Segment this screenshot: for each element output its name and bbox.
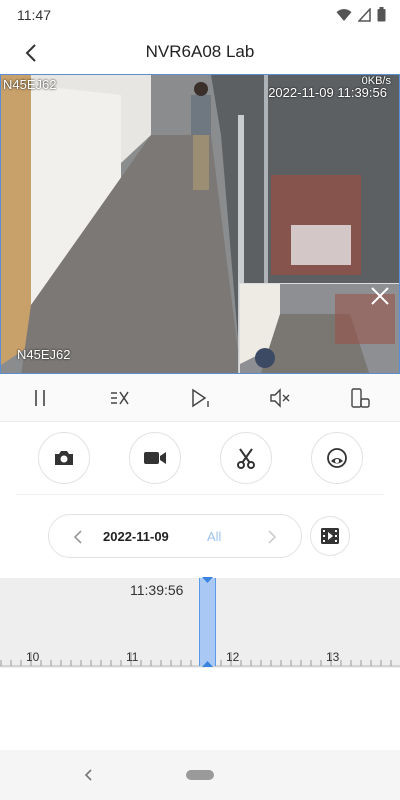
page-title: NVR6A08 Lab	[145, 42, 255, 61]
speed-button[interactable]	[80, 374, 160, 421]
nav-home-button[interactable]	[186, 770, 214, 780]
pause-icon	[35, 389, 45, 406]
film-icon	[321, 528, 339, 544]
snapshot-button[interactable]	[37, 432, 90, 484]
chevron-left-icon	[84, 769, 92, 781]
video-record-icon	[143, 452, 166, 464]
eye-icon	[326, 448, 347, 468]
cursor-time: 11:39:56	[130, 582, 184, 598]
hour-label: 13	[326, 650, 340, 664]
mute-button[interactable]	[240, 374, 320, 421]
chevron-right-icon	[268, 530, 277, 544]
header: NVR6A08 Lab	[0, 30, 400, 74]
timeline-cursor[interactable]	[199, 577, 216, 667]
date-picker: 2022-11-09 All	[48, 514, 302, 558]
scissors-icon	[236, 448, 255, 469]
signal-icon	[358, 7, 371, 22]
battery-icon	[377, 7, 386, 22]
mute-icon	[270, 387, 290, 408]
chevron-left-icon	[73, 530, 82, 544]
timeline[interactable]: 11:39:56 10 11 12 13	[0, 577, 400, 668]
camera-label-top: N45EJ62	[3, 77, 57, 92]
speed-icon	[111, 391, 129, 404]
event-filter[interactable]: All	[207, 529, 221, 544]
hour-label: 12	[226, 650, 240, 664]
system-nav-bar	[0, 750, 400, 800]
status-time: 11:47	[17, 7, 51, 23]
selected-date[interactable]: 2022-11-09	[103, 529, 169, 544]
view-button[interactable]	[310, 432, 363, 484]
record-button[interactable]	[128, 432, 181, 484]
hour-label: 10	[26, 650, 40, 664]
content-spacer	[0, 668, 400, 750]
clip-button[interactable]	[219, 432, 272, 484]
camera-icon	[54, 451, 73, 465]
video-player[interactable]: N45EJ62 0KB/s 2022-11-09 11:39:56 N45EJ6…	[0, 74, 400, 374]
cursor-top-marker	[202, 577, 213, 583]
pause-button[interactable]	[0, 374, 80, 421]
rotate-screen-button[interactable]	[320, 374, 400, 421]
wifi-icon	[336, 8, 352, 21]
next-day-button[interactable]	[263, 527, 279, 547]
rotate-screen-icon	[351, 387, 370, 408]
video-timestamp: 2022-11-09 11:39:56	[268, 85, 387, 100]
video-list-button[interactable]	[310, 516, 350, 556]
status-icons	[336, 7, 386, 22]
previous-day-button[interactable]	[71, 527, 87, 547]
playback-toolbar	[0, 374, 400, 422]
cursor-bottom-marker	[202, 661, 213, 667]
hour-label: 11	[126, 650, 139, 664]
close-video-button[interactable]	[369, 285, 391, 307]
frame-step-icon	[192, 388, 209, 407]
divider	[16, 494, 384, 495]
nav-back-button[interactable]	[80, 766, 98, 784]
status-bar: 11:47	[0, 0, 400, 30]
action-row	[0, 422, 400, 494]
close-icon	[371, 287, 389, 305]
frame-step-button[interactable]	[160, 374, 240, 421]
camera-label-bottom: N45EJ62	[17, 347, 71, 362]
